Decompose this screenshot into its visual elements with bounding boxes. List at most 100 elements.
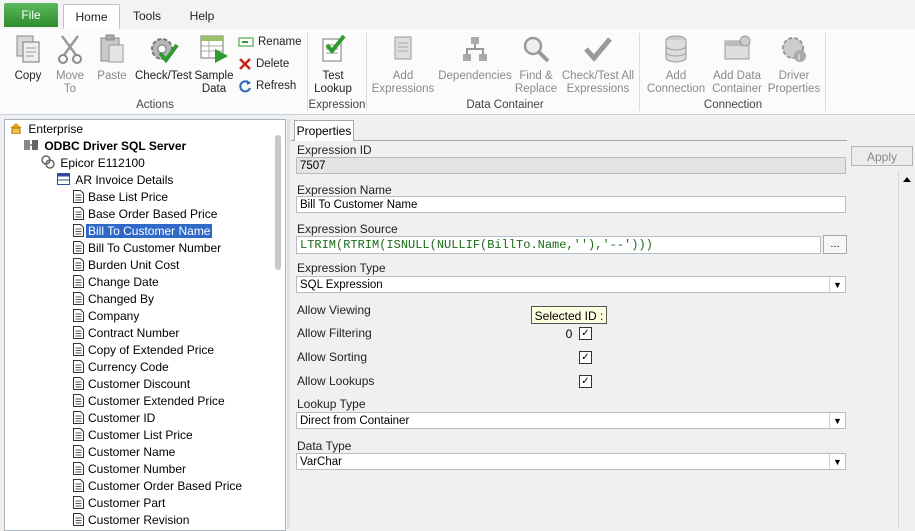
tree-item[interactable]: Contract Number xyxy=(73,325,181,342)
find-replace-button[interactable]: Find & Replace xyxy=(514,33,558,96)
add-expressions-label-1: Add xyxy=(392,70,414,82)
tree-item[interactable]: Customer Discount xyxy=(73,376,192,393)
selected-id-tooltip: Selected ID : 0 xyxy=(531,306,607,341)
properties-scrollbar[interactable] xyxy=(898,171,915,529)
tab-properties[interactable]: Properties xyxy=(294,120,354,141)
file-menu-tab[interactable]: File xyxy=(4,3,58,27)
apply-button[interactable]: Apply xyxy=(851,146,913,166)
expression-document-icon xyxy=(73,275,84,288)
tree-item-label: Customer List Price xyxy=(88,428,193,442)
tree-item[interactable]: Bill To Customer Number xyxy=(73,240,223,257)
tree-item[interactable]: Customer Part xyxy=(73,495,167,512)
expression-tree[interactable]: Enterprise ODBC Driver SQL Server Epicor… xyxy=(4,119,286,531)
svg-text:i: i xyxy=(798,52,800,62)
allow-lookups-label: Allow Lookups xyxy=(297,374,375,388)
allow-sorting-label: Allow Sorting xyxy=(297,350,368,364)
tree-item[interactable]: Customer Order Based Price xyxy=(73,478,244,495)
expression-document-icon xyxy=(73,326,84,339)
delete-button[interactable]: Delete xyxy=(238,55,289,73)
find-replace-label-2: Replace xyxy=(514,83,558,95)
tree-scrollbar[interactable] xyxy=(275,135,281,270)
find-replace-icon xyxy=(523,36,550,63)
chevron-down-icon[interactable]: ▼ xyxy=(829,277,845,292)
copy-button[interactable]: Copy xyxy=(10,33,46,83)
chevron-down-icon[interactable]: ▼ xyxy=(829,454,845,469)
allow-sorting-checkbox[interactable]: ✓ xyxy=(579,351,592,364)
expression-type-select[interactable]: SQL Expression ▼ xyxy=(296,276,846,293)
refresh-button[interactable]: Refresh xyxy=(238,77,296,95)
table-icon xyxy=(57,173,70,185)
expression-document-icon xyxy=(73,428,84,441)
tree-item-label: Burden Unit Cost xyxy=(88,258,180,272)
chevron-down-icon[interactable]: ▼ xyxy=(829,413,845,428)
tree-item[interactable]: Base Order Based Price xyxy=(73,206,219,223)
test-lookup-button[interactable]: Test Lookup xyxy=(311,33,355,96)
expression-source-browse-button[interactable]: ... xyxy=(823,235,847,254)
tree-item[interactable]: Changed By xyxy=(73,291,156,308)
add-data-container-button[interactable]: Add Data Container xyxy=(708,33,766,96)
splitter[interactable] xyxy=(287,119,290,529)
dependencies-button[interactable]: Dependencies xyxy=(436,33,514,83)
allow-filtering-checkbox[interactable]: ✓ xyxy=(579,327,592,340)
tree-item[interactable]: Customer Revision xyxy=(73,512,191,529)
add-expressions-button[interactable]: Add Expressions xyxy=(371,33,435,96)
tree-item[interactable]: Base List Price xyxy=(73,189,170,206)
sample-data-label-1: Sample xyxy=(194,70,234,82)
sample-data-button[interactable]: Sample Data xyxy=(194,33,234,96)
expression-document-icon xyxy=(73,513,84,526)
add-connection-button[interactable]: Add Connection xyxy=(644,33,708,96)
tree-item[interactable]: Customer Name xyxy=(73,444,177,461)
tree-item[interactable]: Customer ID xyxy=(73,410,157,427)
expression-name-field[interactable]: Bill To Customer Name xyxy=(296,196,846,213)
connection-icon xyxy=(41,155,55,169)
add-connection-label-2: Connection xyxy=(646,83,706,95)
tree-item-label: Change Date xyxy=(88,275,159,289)
add-data-container-label-1: Add Data xyxy=(713,70,761,82)
scroll-up-arrow-icon[interactable] xyxy=(903,177,911,182)
rename-button[interactable]: Rename xyxy=(238,33,301,51)
tab-help[interactable]: Help xyxy=(178,4,226,28)
tree-item[interactable]: Customer Extended Price xyxy=(73,393,227,410)
driver-properties-button[interactable]: i Driver Properties xyxy=(766,33,822,96)
move-to-label-1: Move xyxy=(55,70,85,82)
tree-item[interactable]: Company xyxy=(73,308,141,325)
allow-lookups-checkbox[interactable]: ✓ xyxy=(579,375,592,388)
tab-tools[interactable]: Tools xyxy=(124,4,170,28)
check-test-all-label-1: Check/Test All xyxy=(561,70,635,82)
expression-document-icon xyxy=(73,309,84,322)
tree-item[interactable]: Burden Unit Cost xyxy=(73,257,181,274)
tab-home[interactable]: Home xyxy=(63,4,120,30)
tree-item[interactable]: Currency Code xyxy=(73,359,171,376)
tree-item-label: Bill To Customer Number xyxy=(88,241,222,255)
tree-item[interactable]: Customer Number xyxy=(73,461,188,478)
check-test-all-button[interactable]: Check/Test All Expressions xyxy=(560,33,636,96)
tree-node-container[interactable]: AR Invoice Details xyxy=(57,172,175,189)
gear-info-icon: i xyxy=(782,37,806,62)
data-type-select[interactable]: VarChar ▼ xyxy=(296,453,846,470)
ribbon-separator xyxy=(639,33,640,111)
expression-document-icon xyxy=(73,207,84,220)
tree-item[interactable]: Change Date xyxy=(73,274,161,291)
lookup-type-select[interactable]: Direct from Container ▼ xyxy=(296,412,846,429)
check-test-label: Check/Test xyxy=(135,70,192,82)
add-connection-label-1: Add xyxy=(665,70,687,82)
allow-filtering-label: Allow Filtering xyxy=(297,326,372,340)
move-to-label-2: To xyxy=(63,83,77,95)
paste-button[interactable]: Paste xyxy=(94,33,130,83)
tree-item[interactable]: Bill To Customer Name xyxy=(73,223,213,240)
tree-node-database[interactable]: Epicor E112100 xyxy=(41,155,147,172)
tree-item[interactable]: Copy of Extended Price xyxy=(73,342,216,359)
check-test-button[interactable]: Check/Test xyxy=(135,33,192,83)
add-data-container-label-2: Container xyxy=(712,83,762,95)
tree-node-driver[interactable]: ODBC Driver SQL Server xyxy=(23,138,188,155)
tree-node-enterprise[interactable]: Enterprise xyxy=(9,121,85,138)
lookup-type-label: Lookup Type xyxy=(297,397,366,411)
table-play-icon xyxy=(200,35,228,63)
move-to-button[interactable]: Move To xyxy=(51,33,89,96)
expression-source-field[interactable]: LTRIM(RTRIM(ISNULL(NULLIF(BillTo.Name,''… xyxy=(296,236,821,254)
expression-document-icon xyxy=(73,292,84,305)
data-container-icon xyxy=(724,35,751,60)
driver-properties-label-1: Driver xyxy=(778,70,810,82)
expression-document-icon xyxy=(73,394,84,407)
tree-item[interactable]: Customer List Price xyxy=(73,427,195,444)
